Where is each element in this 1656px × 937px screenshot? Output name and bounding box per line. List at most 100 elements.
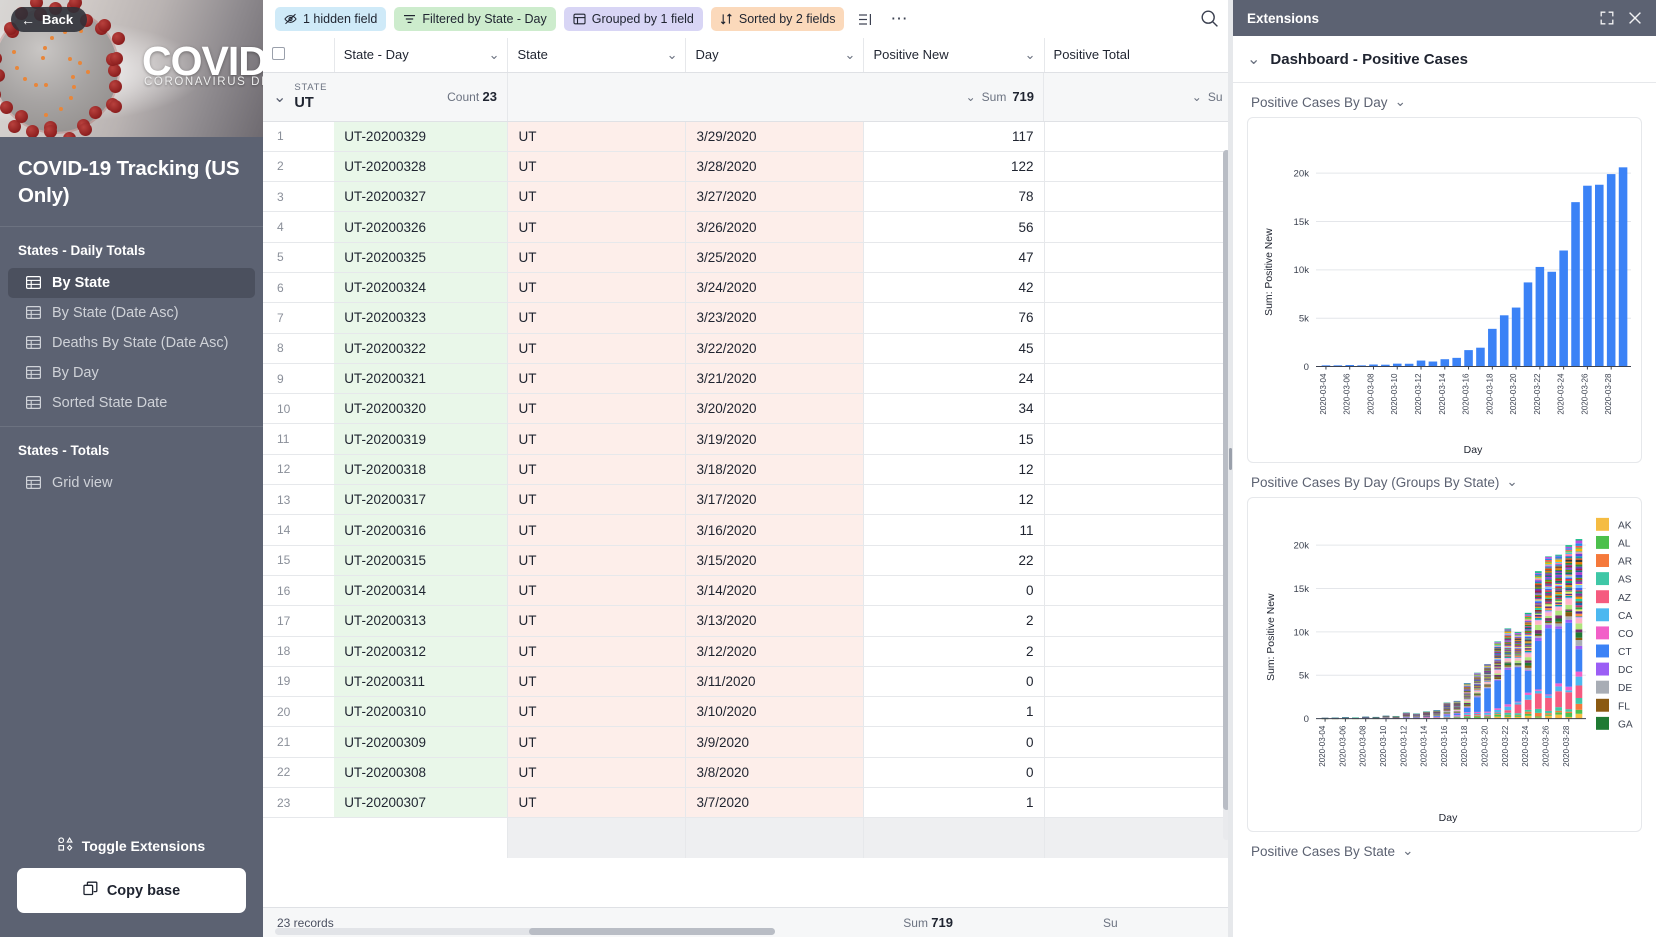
cell-positive-new[interactable]: 12 <box>864 485 1044 515</box>
cell-positive-total[interactable] <box>1044 272 1232 302</box>
sidebar-item-by-state[interactable]: By State <box>8 268 255 298</box>
cell-positive-total[interactable] <box>1044 666 1232 696</box>
cell-state-day[interactable]: UT-20200318 <box>334 454 508 484</box>
cell-day[interactable]: 3/14/2020 <box>686 575 864 605</box>
cell-positive-new[interactable]: 78 <box>864 182 1044 212</box>
chevron-down-icon[interactable]: ⌄ <box>1506 474 1517 490</box>
sidebar-item-by-day[interactable]: By Day <box>8 358 255 388</box>
cell-state[interactable]: UT <box>508 666 686 696</box>
cell-positive-total[interactable] <box>1044 575 1232 605</box>
more-options-icon[interactable]: ⋯ <box>886 7 912 31</box>
cell-day[interactable]: 3/27/2020 <box>686 182 864 212</box>
cell-positive-total[interactable] <box>1044 697 1232 727</box>
cell-state-day[interactable]: UT-20200309 <box>334 727 508 757</box>
cell-positive-new[interactable]: 45 <box>864 333 1044 363</box>
cell-state-day[interactable]: UT-20200317 <box>334 485 508 515</box>
sidebar-item-grid-view[interactable]: Grid view <box>8 468 255 498</box>
chevron-down-icon[interactable]: ⌄ <box>1402 843 1413 859</box>
cell-state[interactable]: UT <box>508 575 686 605</box>
cell-positive-new[interactable]: 117 <box>864 121 1044 151</box>
splitter-grip[interactable] <box>1229 448 1232 470</box>
dashboard-header[interactable]: ⌄ Dashboard - Positive Cases <box>1233 36 1656 83</box>
select-all-header[interactable] <box>263 38 334 72</box>
chart-caption-2[interactable]: Positive Cases By Day (Groups By State) … <box>1247 474 1642 497</box>
cell-day[interactable]: 3/9/2020 <box>686 727 864 757</box>
column-header-positive-total[interactable]: Positive Total <box>1044 38 1232 72</box>
cell-day[interactable]: 3/12/2020 <box>686 636 864 666</box>
cell-state-day[interactable]: UT-20200326 <box>334 212 508 242</box>
cell-state-day[interactable]: UT-20200319 <box>334 424 508 454</box>
cell-positive-total[interactable] <box>1044 182 1232 212</box>
close-icon[interactable] <box>1628 11 1642 25</box>
cell-state[interactable]: UT <box>508 363 686 393</box>
cell-positive-total[interactable] <box>1044 606 1232 636</box>
cell-state-day[interactable]: UT-20200313 <box>334 606 508 636</box>
chevron-down-icon[interactable]: ⌄ <box>845 47 856 63</box>
cell-positive-new[interactable]: 12 <box>864 454 1044 484</box>
sidebar-item-deaths-by-state-date-asc[interactable]: Deaths By State (Date Asc) <box>8 328 255 358</box>
chevron-down-icon[interactable]: ⌄ <box>1395 94 1406 110</box>
cell-positive-new[interactable]: 0 <box>864 666 1044 696</box>
table-row[interactable]: 6 UT-20200324 UT 3/24/2020 42 <box>263 272 1233 302</box>
cell-day[interactable]: 3/8/2020 <box>686 757 864 787</box>
expand-icon[interactable] <box>1600 11 1614 25</box>
cell-positive-new[interactable]: 11 <box>864 515 1044 545</box>
cell-state[interactable]: UT <box>508 454 686 484</box>
filter-button[interactable]: Filtered by State - Day <box>394 7 555 31</box>
cell-state-day[interactable]: UT-20200321 <box>334 363 508 393</box>
cell-positive-new[interactable]: 1 <box>864 697 1044 727</box>
cell-positive-total[interactable] <box>1044 333 1232 363</box>
sidebar-item-sorted-state-date[interactable]: Sorted State Date <box>8 388 255 418</box>
group-button[interactable]: Grouped by 1 field <box>564 7 703 31</box>
cell-positive-total[interactable] <box>1044 151 1232 181</box>
chevron-down-icon[interactable]: ⌄ <box>1247 49 1260 69</box>
cell-day[interactable]: 3/24/2020 <box>686 272 864 302</box>
cell-state[interactable]: UT <box>508 242 686 272</box>
cell-day[interactable]: 3/28/2020 <box>686 151 864 181</box>
table-row[interactable]: 12 UT-20200318 UT 3/18/2020 12 <box>263 454 1233 484</box>
cell-state-day[interactable]: UT-20200310 <box>334 697 508 727</box>
table-row[interactable]: 22 UT-20200308 UT 3/8/2020 0 <box>263 757 1233 787</box>
cell-state-day[interactable]: UT-20200311 <box>334 666 508 696</box>
cell-day[interactable]: 3/15/2020 <box>686 545 864 575</box>
cell-state[interactable]: UT <box>508 788 686 818</box>
cell-positive-total[interactable] <box>1044 485 1232 515</box>
cell-state-day[interactable]: UT-20200320 <box>334 394 508 424</box>
cell-day[interactable]: 3/16/2020 <box>686 515 864 545</box>
cell-positive-total[interactable] <box>1044 454 1232 484</box>
cell-state-day[interactable]: UT-20200315 <box>334 545 508 575</box>
cell-state[interactable]: UT <box>508 212 686 242</box>
chevron-down-icon[interactable]: ⌄ <box>667 47 678 63</box>
cell-day[interactable]: 3/11/2020 <box>686 666 864 696</box>
group-collapse-chevron-icon[interactable]: ⌄ <box>273 87 286 107</box>
cell-state[interactable]: UT <box>508 606 686 636</box>
cell-positive-total[interactable] <box>1044 363 1232 393</box>
table-row[interactable]: 1 UT-20200329 UT 3/29/2020 117 <box>263 121 1233 151</box>
table-row[interactable]: 11 UT-20200319 UT 3/19/2020 15 <box>263 424 1233 454</box>
cell-state[interactable]: UT <box>508 697 686 727</box>
group-header-left[interactable]: ⌄ STATE UT Count 23 <box>263 72 508 121</box>
group-summary-positive-new[interactable]: ⌄ Sum 719 <box>864 72 1044 121</box>
cell-state[interactable]: UT <box>508 515 686 545</box>
cell-state[interactable]: UT <box>508 757 686 787</box>
group-summary-day[interactable] <box>686 72 864 121</box>
cell-state[interactable]: UT <box>508 727 686 757</box>
cell-state[interactable]: UT <box>508 545 686 575</box>
table-row[interactable]: 23 UT-20200307 UT 3/7/2020 1 <box>263 788 1233 818</box>
cell-state[interactable]: UT <box>508 182 686 212</box>
table-row[interactable]: 3 UT-20200327 UT 3/27/2020 78 <box>263 182 1233 212</box>
cell-state[interactable]: UT <box>508 636 686 666</box>
cell-positive-total[interactable] <box>1044 303 1232 333</box>
cell-state-day[interactable]: UT-20200312 <box>334 636 508 666</box>
cell-positive-total[interactable] <box>1044 515 1232 545</box>
cell-positive-total[interactable] <box>1044 757 1232 787</box>
table-row[interactable]: 19 UT-20200311 UT 3/11/2020 0 <box>263 666 1233 696</box>
cell-state[interactable]: UT <box>508 485 686 515</box>
cell-positive-new[interactable]: 22 <box>864 545 1044 575</box>
cell-state[interactable]: UT <box>508 394 686 424</box>
sort-button[interactable]: Sorted by 2 fields <box>711 7 845 31</box>
table-row[interactable]: 8 UT-20200322 UT 3/22/2020 45 <box>263 333 1233 363</box>
cell-day[interactable]: 3/10/2020 <box>686 697 864 727</box>
table-row[interactable]: 21 UT-20200309 UT 3/9/2020 0 <box>263 727 1233 757</box>
column-header-state-day[interactable]: State - Day ⌄ <box>334 38 508 72</box>
